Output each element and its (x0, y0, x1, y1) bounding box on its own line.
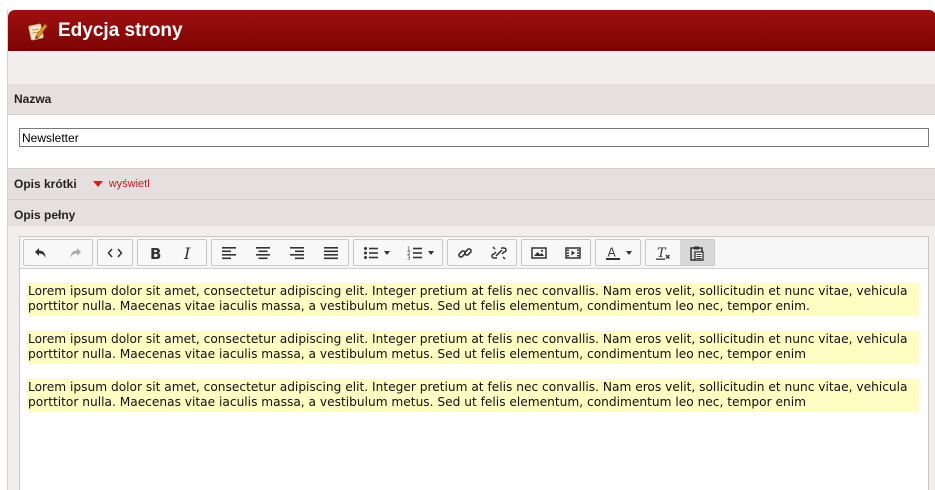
bulleted-list-icon (363, 246, 378, 259)
editor-toolbar: B I 1 2 3 A T (20, 237, 928, 269)
image-button[interactable] (522, 240, 556, 265)
undo-icon (35, 247, 46, 258)
align-left-icon (222, 246, 236, 259)
header-spacer (8, 51, 935, 84)
image-icon (531, 246, 547, 259)
misc-group: T (645, 239, 715, 266)
bold-button[interactable]: B (138, 240, 172, 265)
redo-button[interactable] (58, 240, 92, 265)
text-color-button[interactable]: A (596, 240, 640, 265)
numbered-list-icon: 123 (407, 246, 422, 261)
chevron-down-icon (427, 250, 434, 255)
name-label-row: Nazwa (8, 84, 935, 115)
svg-text:I: I (183, 245, 191, 261)
unlink-button[interactable] (482, 240, 516, 265)
clear-formatting-button[interactable]: T (646, 240, 680, 265)
name-label: Nazwa (14, 92, 52, 106)
source-group (97, 239, 133, 266)
short-desc-toggle[interactable]: wyświetl (92, 178, 150, 190)
video-button[interactable] (556, 240, 590, 265)
align-right-button[interactable] (280, 240, 314, 265)
source-code-button[interactable] (98, 240, 132, 265)
align-center-button[interactable] (246, 240, 280, 265)
content-paragraph: Lorem ipsum dolor sit amet, consectetur … (27, 331, 919, 364)
short-desc-label-row: Opis krótki wyświetl (8, 169, 935, 200)
svg-text:3: 3 (407, 255, 411, 261)
paste-button[interactable] (680, 240, 714, 265)
media-group (521, 239, 591, 266)
paste-icon (690, 246, 704, 261)
italic-button[interactable]: I (172, 240, 206, 265)
bulleted-list-button[interactable] (354, 240, 398, 265)
edit-page-icon (26, 20, 48, 42)
text-color-icon: A (605, 245, 620, 260)
chevron-down-icon (383, 250, 390, 255)
name-input[interactable] (19, 128, 929, 147)
clear-formatting-icon: T (656, 246, 670, 261)
name-input-row (8, 115, 935, 169)
svg-text:A: A (607, 245, 616, 259)
italic-icon: I (183, 245, 191, 261)
page-title: Edycja strony (58, 19, 183, 41)
list-group: 123 (353, 239, 443, 266)
unlink-icon (491, 245, 507, 260)
undo-button[interactable] (24, 240, 58, 265)
content-paragraph: Lorem ipsum dolor sit amet, consectetur … (27, 283, 919, 316)
content-paragraph: Lorem ipsum dolor sit amet, consectetur … (27, 379, 919, 412)
edit-page-panel: Edycja strony Nazwa Opis krótki wyświetl… (7, 10, 935, 490)
numbered-list-button[interactable]: 123 (398, 240, 442, 265)
full-desc-label: Opis pełny (14, 208, 76, 222)
align-left-button[interactable] (212, 240, 246, 265)
color-group: A (595, 239, 641, 266)
align-justify-icon (324, 246, 338, 259)
short-desc-label: Opis krótki (14, 177, 77, 191)
align-justify-button[interactable] (314, 240, 348, 265)
editor-content[interactable]: Lorem ipsum dolor sit amet, consectetur … (20, 269, 928, 412)
align-center-icon (256, 246, 270, 259)
align-group (211, 239, 349, 266)
bold-icon: B (150, 245, 161, 261)
panel-header: Edycja strony (8, 10, 935, 51)
link-group (447, 239, 517, 266)
format-group: B I (137, 239, 207, 266)
svg-text:B: B (150, 245, 161, 261)
editor-area: B I 1 2 3 A T Lorem ipsum dolor sit amet… (8, 226, 935, 490)
video-icon (565, 246, 581, 259)
align-right-icon (290, 246, 304, 259)
short-desc-toggle-label: wyświetl (108, 178, 150, 190)
rich-text-editor: B I 1 2 3 A T Lorem ipsum dolor sit amet… (19, 236, 929, 490)
chevron-down-icon (625, 250, 632, 255)
triangle-down-icon (92, 181, 103, 187)
source-code-icon (107, 248, 123, 257)
history-group (23, 239, 93, 266)
link-button[interactable] (448, 240, 482, 265)
link-icon (458, 247, 472, 258)
redo-icon (70, 247, 81, 258)
